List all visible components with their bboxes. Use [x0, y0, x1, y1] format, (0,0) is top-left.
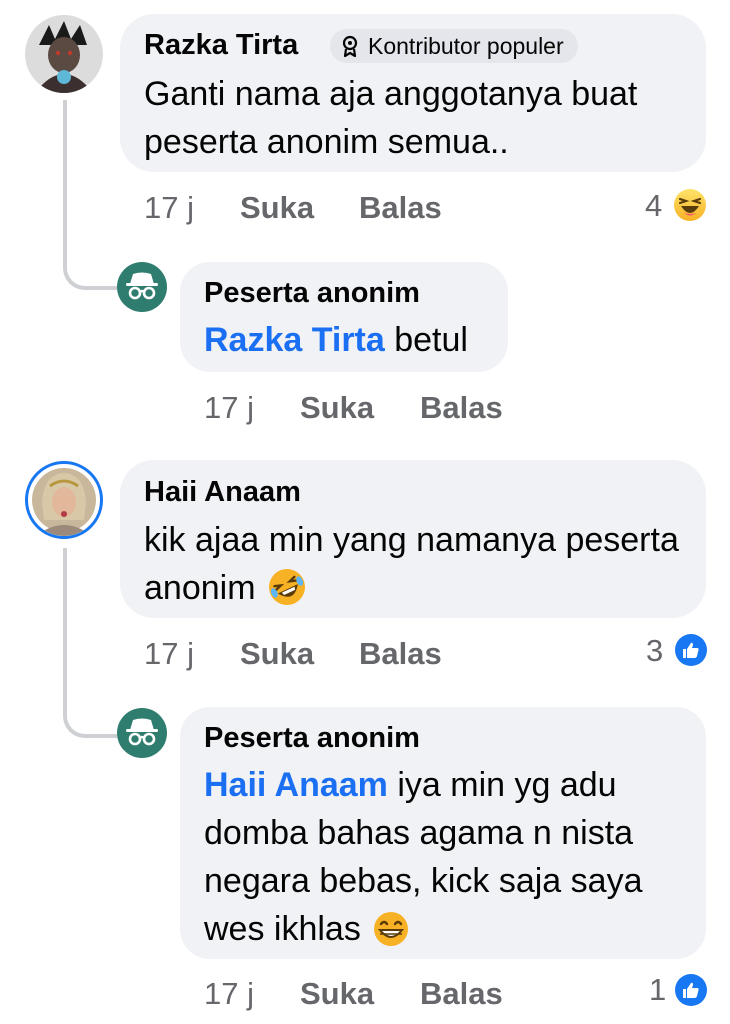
comment-time: 17 j: [144, 190, 194, 225]
rofl-emoji-icon: [268, 569, 305, 605]
badge-label: Kontributor populer: [368, 32, 564, 59]
comment-text: kik ajaa min yang namanya peserta anonim: [144, 516, 684, 612]
reaction-count[interactable]: 3: [646, 633, 663, 669]
reply-button[interactable]: Balas: [420, 390, 503, 426]
thumbs-up-glyph: [683, 642, 699, 658]
comment-author[interactable]: Razka Tirta: [144, 29, 298, 62]
comment-text: Ganti nama aja anggotanya buat peserta a…: [144, 75, 638, 161]
anonymous-avatar[interactable]: [117, 262, 167, 312]
like-button[interactable]: Suka: [240, 190, 314, 226]
avatar-haii-anaam[interactable]: [25, 461, 103, 539]
like-button[interactable]: Suka: [300, 390, 374, 426]
like-label: Suka: [300, 976, 375, 1011]
reply-label: Balas: [420, 976, 503, 1011]
grin-emoji-icon: [374, 912, 409, 946]
mention-link[interactable]: Razka Tirta: [204, 321, 385, 359]
reply-author[interactable]: Peserta anonim: [204, 722, 420, 755]
reply-button[interactable]: Balas: [359, 190, 442, 226]
avatar-image: [25, 15, 103, 93]
haha-icon[interactable]: [673, 188, 707, 222]
reply-text: Haii Anaam iya min yg adu domba bahas ag…: [204, 761, 694, 953]
avatar-razka-tirta[interactable]: [25, 15, 103, 93]
avatar-image: [32, 468, 96, 536]
reply-button[interactable]: Balas: [359, 636, 442, 672]
anonymous-icon: [126, 718, 158, 746]
like-button[interactable]: Suka: [300, 976, 374, 1012]
like-label: Suka: [240, 190, 315, 225]
thumbs-up-glyph: [683, 982, 699, 998]
badge-icon: [342, 35, 358, 57]
comment-author[interactable]: Haii Anaam: [144, 476, 301, 509]
mention-link[interactable]: Haii Anaam: [204, 766, 388, 804]
thread-line: [63, 548, 117, 738]
like-button[interactable]: Suka: [240, 636, 314, 672]
reply-time: 17 j: [204, 390, 254, 425]
anonymous-icon: [126, 272, 158, 300]
reply-label: Balas: [420, 390, 503, 425]
reply-time: 17 j: [204, 976, 254, 1011]
anonymous-avatar[interactable]: [117, 708, 167, 758]
like-icon[interactable]: [675, 974, 707, 1006]
reply-label: Balas: [359, 190, 442, 225]
like-label: Suka: [300, 390, 375, 425]
like-label: Suka: [240, 636, 315, 671]
reaction-count[interactable]: 1: [649, 972, 666, 1008]
reply-label: Balas: [359, 636, 442, 671]
reply-text: Razka Tirta betul: [204, 316, 504, 364]
reply-button[interactable]: Balas: [420, 976, 503, 1012]
contributor-badge: Kontributor populer: [330, 29, 578, 63]
comment-body: kik ajaa min yang namanya peserta anonim: [144, 521, 679, 607]
like-icon[interactable]: [675, 634, 707, 666]
reply-body: betul: [384, 321, 468, 359]
reply-author[interactable]: Peserta anonim: [204, 277, 420, 310]
thread-line: [63, 100, 117, 290]
reaction-count[interactable]: 4: [645, 188, 662, 224]
comment-time: 17 j: [144, 636, 194, 671]
